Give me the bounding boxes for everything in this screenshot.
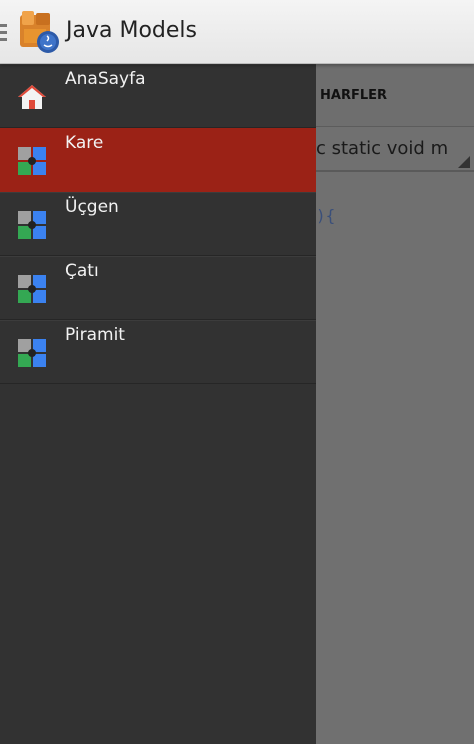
drawer-item-ucgen[interactable]: Üçgen — [0, 192, 316, 256]
puzzle-icon — [18, 339, 46, 367]
drawer-item-label: Piramit — [65, 325, 125, 345]
drawer-toggle-icon[interactable] — [0, 24, 7, 42]
puzzle-icon — [18, 147, 46, 175]
home-icon — [18, 85, 46, 109]
app-title: Java Models — [66, 18, 197, 43]
spinner-arrow-icon — [458, 156, 470, 168]
code-snippet: ){ — [316, 206, 336, 225]
tab-harfler[interactable]: HARFLER — [320, 88, 387, 103]
drawer-item-kare[interactable]: Kare — [0, 128, 316, 192]
drawer-item-label: Üçgen — [65, 197, 119, 217]
app-logo-icon[interactable] — [16, 9, 62, 55]
drawer-item-piramit[interactable]: Piramit — [0, 320, 316, 384]
action-bar: Java Models — [0, 0, 474, 64]
drawer-item-label: Kare — [65, 133, 104, 153]
drawer-item-anasayfa[interactable]: AnaSayfa — [0, 64, 316, 128]
navigation-drawer: AnaSayfa Kare Üçgen Çatı Piramit — [0, 64, 316, 744]
puzzle-icon — [18, 211, 46, 239]
drawer-item-cati[interactable]: Çatı — [0, 256, 316, 320]
drawer-item-label: AnaSayfa — [65, 69, 146, 89]
main-content: HARFLER c static void m ){ — [316, 64, 474, 744]
puzzle-icon — [18, 275, 46, 303]
tab-bar: HARFLER — [316, 64, 474, 127]
code-spinner[interactable]: c static void m — [316, 130, 474, 172]
spinner-value: c static void m — [316, 138, 449, 159]
drawer-item-label: Çatı — [65, 261, 99, 281]
